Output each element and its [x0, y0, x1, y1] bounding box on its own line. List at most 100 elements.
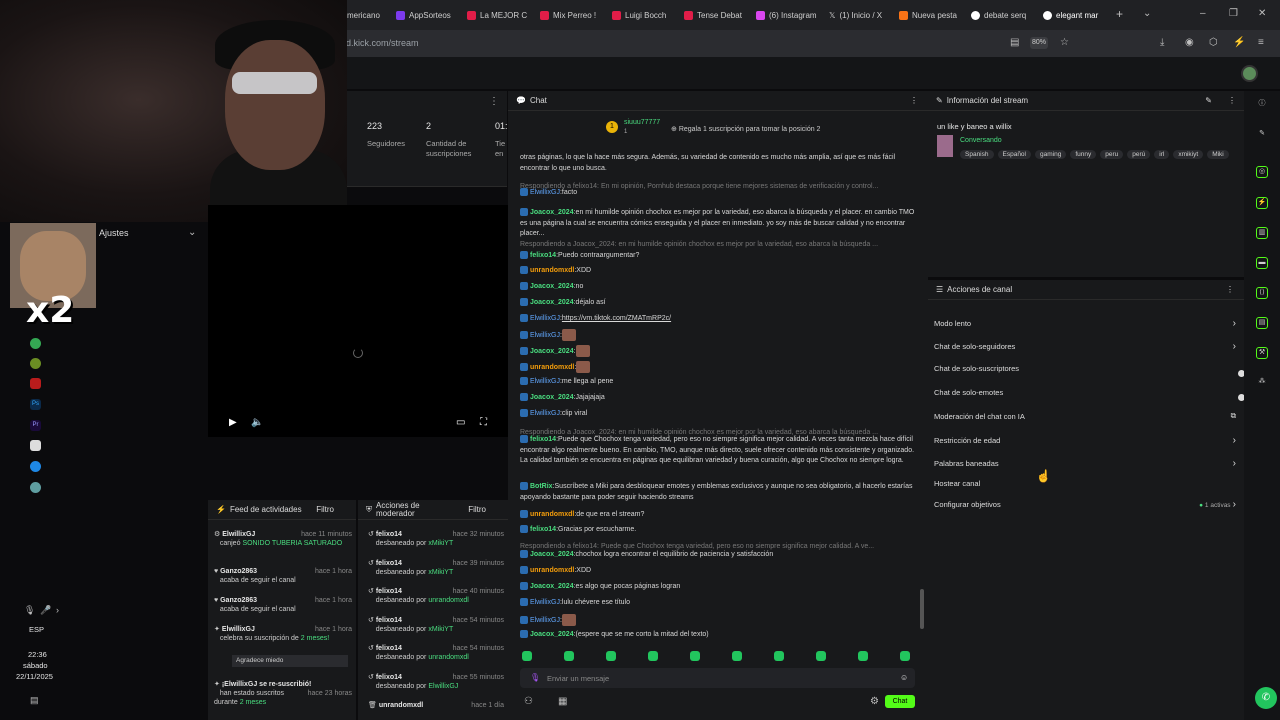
- mic-icon[interactable]: 🎙: [24, 605, 35, 615]
- premiere-icon[interactable]: Pr: [30, 420, 41, 431]
- app-icon[interactable]: [30, 482, 41, 493]
- chat-username[interactable]: ElwillixGJ: [530, 410, 560, 417]
- mod-by[interactable]: unrandomxdl: [428, 597, 468, 604]
- notification-icon[interactable]: ▤: [30, 695, 39, 705]
- channel-action-item[interactable]: Palabras baneadas ›: [934, 458, 1236, 469]
- mod-target[interactable]: felixo14: [376, 645, 402, 652]
- emote-icon[interactable]: [858, 651, 868, 661]
- chat-username[interactable]: unrandomxdl: [530, 267, 574, 274]
- mod-target[interactable]: felixo14: [376, 560, 402, 567]
- emote-icon[interactable]: [690, 651, 700, 661]
- reader-icon[interactable]: ▤: [1010, 38, 1019, 48]
- download-icon[interactable]: ⤓: [1160, 38, 1164, 48]
- photoshop-icon[interactable]: Ps: [30, 399, 41, 410]
- browser-tab[interactable]: Tense Debat: [684, 8, 742, 22]
- wrench-icon[interactable]: ⚒: [1256, 347, 1268, 359]
- edit-icon[interactable]: ✎: [1205, 96, 1212, 105]
- zoom-badge[interactable]: 80%: [1030, 37, 1048, 49]
- browser-tab[interactable]: debate serq: [971, 8, 1026, 22]
- emote-icon[interactable]: [774, 651, 784, 661]
- mod-by[interactable]: ElwillixGJ: [428, 683, 458, 690]
- channel-action-item[interactable]: Modo lento ›: [934, 318, 1236, 329]
- channel-action-item[interactable]: Chat de solo-suscriptores: [934, 364, 1236, 373]
- browser-tab[interactable]: mericano: [347, 8, 380, 22]
- chat-username[interactable]: unrandomxdl: [530, 567, 574, 574]
- mod-by[interactable]: xMikiYT: [428, 540, 453, 547]
- browser-tab[interactable]: 𝕏 (1) Inicio / X: [829, 8, 882, 22]
- chat-username[interactable]: ElwillixGJ: [530, 378, 560, 385]
- tag-chip[interactable]: gaming: [1035, 150, 1067, 159]
- calendar-icon[interactable]: ▦: [558, 697, 567, 707]
- pinned-user[interactable]: siuuu77777: [624, 119, 660, 126]
- category-name[interactable]: Conversando: [960, 137, 1002, 144]
- browser-tab[interactable]: La MEJOR C: [467, 8, 527, 22]
- language[interactable]: ESP: [29, 625, 44, 634]
- extension-icon[interactable]: ⚡: [1233, 38, 1245, 48]
- extensions-icon[interactable]: ⬡: [1209, 38, 1218, 48]
- chat-username[interactable]: Joacox_2024: [530, 209, 574, 216]
- grid-icon[interactable]: ▤: [1256, 317, 1268, 329]
- chat-username[interactable]: Joacox_2024: [530, 631, 574, 638]
- mod-target[interactable]: felixo14: [376, 617, 402, 624]
- tag-chip[interactable]: Spanish: [960, 150, 994, 159]
- emote-icon[interactable]: [816, 651, 826, 661]
- chat-username[interactable]: BotRix: [530, 483, 553, 490]
- mods-filter-button[interactable]: Filtro: [468, 505, 486, 514]
- more-icon[interactable]: ⋮: [1226, 285, 1234, 294]
- chat-username[interactable]: ElwillixGJ: [530, 599, 560, 606]
- chat-username[interactable]: Joacox_2024: [530, 299, 574, 306]
- chat-username[interactable]: Joacox_2024: [530, 583, 574, 590]
- emote-icon[interactable]: [732, 651, 742, 661]
- tag-chip[interactable]: Español: [997, 150, 1031, 159]
- channel-action-item[interactable]: Chat de solo-emotes: [934, 388, 1236, 397]
- mod-target[interactable]: felixo14: [376, 588, 402, 595]
- more-icon[interactable]: ⋮: [910, 96, 918, 105]
- chevron-down-icon[interactable]: ⌄: [188, 228, 196, 238]
- emoji-icon[interactable]: ☺: [900, 673, 908, 682]
- edit-icon[interactable]: ✎: [1256, 129, 1268, 141]
- new-tab-icon[interactable]: +: [1116, 8, 1123, 20]
- settings-label[interactable]: Ajustes: [99, 228, 129, 238]
- emote-icon[interactable]: [648, 651, 658, 661]
- emote-icon[interactable]: [522, 651, 532, 661]
- chat-username[interactable]: ElwillixGJ: [530, 189, 560, 196]
- chat-username[interactable]: felixo14: [530, 526, 556, 533]
- browser-tab[interactable]: AppSorteos: [396, 8, 451, 22]
- mod-target[interactable]: unrandomxdl: [379, 702, 423, 709]
- chevron-down-icon[interactable]: ⌄: [1143, 9, 1151, 19]
- tag-chip[interactable]: xmikiyt: [1173, 150, 1204, 159]
- app-icon[interactable]: [30, 461, 41, 472]
- account-icon[interactable]: ◉: [1185, 38, 1194, 48]
- points-icon[interactable]: ⚇: [524, 697, 533, 707]
- browser-tab-active[interactable]: elegant mar: [1043, 8, 1098, 22]
- send-button[interactable]: Chat: [885, 695, 915, 708]
- chat-username[interactable]: felixo14: [530, 252, 556, 259]
- emote-icon[interactable]: [564, 651, 574, 661]
- tag-chip[interactable]: irl: [1154, 150, 1170, 159]
- more-icon[interactable]: ⋮: [1228, 96, 1236, 105]
- chrome-icon[interactable]: [30, 338, 41, 349]
- info-icon[interactable]: ⓘ: [1256, 99, 1268, 111]
- document-icon[interactable]: ▥: [1256, 227, 1268, 239]
- thank-button[interactable]: Agradece miedo: [232, 655, 348, 667]
- chat-scrollbar[interactable]: [920, 589, 924, 629]
- chat-username[interactable]: unrandomxdl: [530, 511, 574, 518]
- minimize-icon[interactable]: –: [1200, 9, 1206, 19]
- channel-action-item[interactable]: Restricción de edad ›: [934, 435, 1236, 446]
- video-player[interactable]: ▶ 🔈 ▭ ⛶: [208, 205, 508, 437]
- mod-by[interactable]: unrandomxdl: [428, 654, 468, 661]
- bolt-icon[interactable]: ⚡: [1256, 197, 1268, 209]
- chat-username[interactable]: Joacox_2024: [530, 551, 574, 558]
- mod-by[interactable]: xMikiYT: [428, 626, 453, 633]
- gear-icon[interactable]: ⚙: [870, 697, 879, 707]
- chat-input[interactable]: 🎙 Enviar un mensaje ☺: [520, 668, 915, 688]
- chat-link[interactable]: https://vm.tiktok.com/ZMATmRP2c/: [562, 315, 671, 322]
- browser-tab[interactable]: Luigi Bocch: [612, 8, 666, 22]
- gift-prompt[interactable]: ⊕ Regala 1 suscripción para tomar la pos…: [671, 125, 820, 133]
- mod-target[interactable]: felixo14: [376, 531, 402, 538]
- browser-tab[interactable]: (6) Instagram: [756, 8, 817, 22]
- browser-tab[interactable]: Nueva pesta: [899, 8, 957, 22]
- chat-username[interactable]: Joacox_2024: [530, 394, 574, 401]
- chat-username[interactable]: felixo14: [530, 436, 556, 443]
- news-icon[interactable]: [30, 378, 41, 389]
